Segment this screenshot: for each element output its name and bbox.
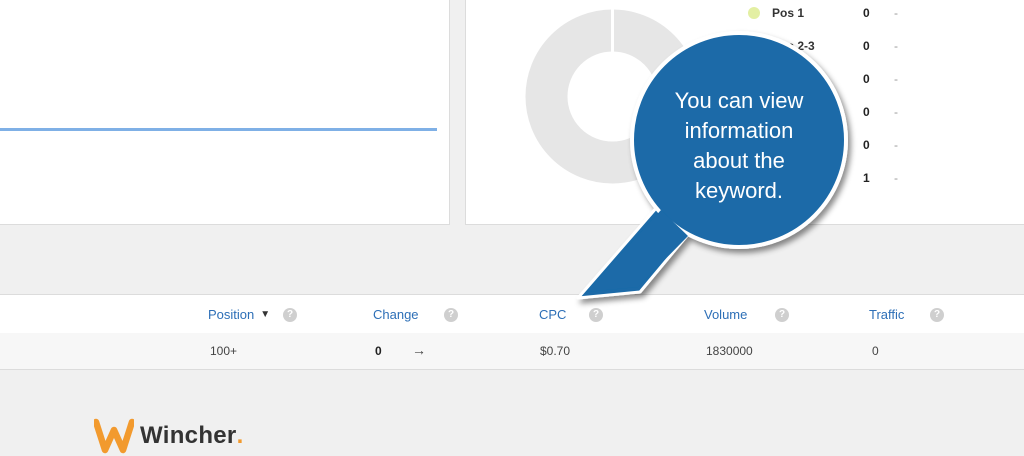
callout-text: You can view information about the keywo…: [647, 86, 831, 206]
column-header-volume[interactable]: Volume: [704, 307, 747, 322]
legend-count: 0: [863, 105, 870, 119]
change-header-label[interactable]: Change: [373, 307, 419, 322]
keyword-table-header: Position ▼ ? Change ? CPC ? Volume ? Tra…: [0, 294, 1024, 334]
legend-trend: -: [894, 171, 898, 185]
wincher-w-icon: [94, 418, 134, 454]
legend-label: Pos 1: [772, 6, 805, 20]
legend-count: 1: [863, 171, 870, 185]
traffic-header-label[interactable]: Traffic: [869, 307, 904, 322]
column-header-traffic[interactable]: Traffic: [869, 307, 904, 322]
cell-volume: 1830000: [706, 344, 753, 358]
help-icon[interactable]: ?: [775, 308, 789, 322]
rank-history-chart-panel: [0, 0, 450, 225]
legend-count: 0: [863, 39, 870, 53]
callout-line: You can view: [674, 88, 804, 113]
brand-name: Wincher: [140, 422, 237, 449]
column-header-cpc[interactable]: CPC: [539, 307, 566, 322]
wincher-logo: Wincher .: [94, 418, 243, 454]
legend-trend: -: [894, 72, 898, 86]
legend-dot-icon: [748, 40, 760, 52]
help-icon[interactable]: ?: [930, 308, 944, 322]
column-header-change[interactable]: Change: [373, 307, 419, 322]
cpc-header-label[interactable]: CPC: [539, 307, 566, 322]
callout-line: information: [684, 118, 794, 143]
help-icon[interactable]: ?: [589, 308, 603, 322]
cell-change: 0: [375, 344, 382, 358]
callout-line: about the: [693, 148, 785, 173]
legend-count: 0: [863, 138, 870, 152]
table-row[interactable]: 100+ 0 → $0.70 1830000 0: [0, 333, 1024, 370]
callout-line: keyword.: [694, 178, 784, 203]
help-icon[interactable]: ?: [444, 308, 458, 322]
help-icon[interactable]: ?: [283, 308, 297, 322]
legend-trend: -: [894, 6, 898, 20]
legend-dot-icon: [748, 7, 760, 19]
legend-label: Pos 2-3: [772, 39, 815, 53]
rank-history-line: [0, 128, 437, 131]
legend-count: 0: [863, 72, 870, 86]
arrow-right-icon: →: [412, 342, 426, 358]
sort-caret-down-icon[interactable]: ▼: [260, 309, 270, 320]
legend-trend: -: [894, 39, 898, 53]
cell-cpc: $0.70: [540, 344, 571, 358]
cell-position: 100+: [210, 344, 238, 358]
position-header-label[interactable]: Position: [208, 307, 254, 322]
brand-dot: .: [236, 422, 244, 449]
legend-trend: -: [894, 138, 898, 152]
volume-header-label[interactable]: Volume: [704, 307, 747, 322]
legend-count: 0: [863, 6, 870, 20]
legend-row-pos-2-3: Pos 2-3 0 -: [748, 36, 898, 56]
legend-row-pos-1: Pos 1 0 -: [748, 3, 898, 23]
cell-traffic: 0: [872, 344, 879, 358]
legend-trend: -: [894, 105, 898, 119]
column-header-position[interactable]: Position ▼: [208, 307, 270, 322]
